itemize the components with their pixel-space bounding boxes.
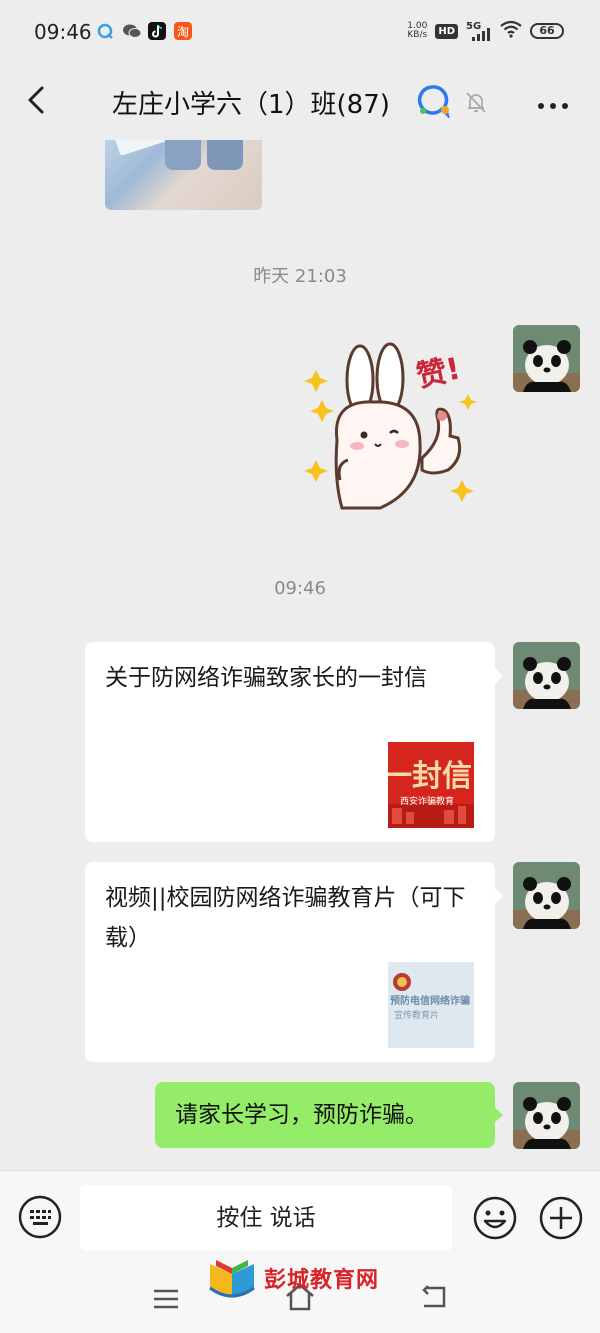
link-card-thumbnail: 一封信 西安诈骗教育 (382, 742, 474, 828)
bubble-tail (494, 668, 503, 684)
sticker-message[interactable]: 赞! (302, 340, 482, 520)
chevron-left-icon (28, 86, 44, 114)
svg-text:预防电信网络诈骗: 预防电信网络诈骗 (390, 994, 470, 1007)
chat-title: 左庄小学六（1）班(87) (112, 90, 390, 120)
avatar[interactable] (513, 325, 580, 392)
chat-header: 左庄小学六（1）班(87) (0, 62, 600, 140)
back-arrow-icon (422, 1285, 446, 1308)
system-back-button[interactable] (418, 1284, 448, 1310)
link-card-message[interactable]: 关于防网络诈骗致家长的一封信 一封信 西安诈骗教育 (85, 642, 495, 842)
message-timestamp: 昨天 21:03 (253, 266, 347, 287)
svg-text:一封信: 一封信 (388, 759, 472, 794)
back-button[interactable] (18, 80, 58, 120)
link-card-thumbnail: 预防电信网络诈骗 宣传教育片 (388, 962, 474, 1048)
keyboard-icon (18, 1195, 62, 1239)
status-bar: 09:46 淘 1.00 KB/s HD 5G 66 (0, 0, 600, 62)
avatar[interactable] (513, 642, 580, 709)
wifi-icon (500, 20, 522, 42)
svg-text:宣传教育片: 宣传教育片 (394, 1009, 439, 1021)
ellipsis-icon (538, 103, 568, 109)
emoji-icon (473, 1196, 517, 1240)
menu-icon (154, 1289, 178, 1309)
message-timestamp: 09:46 (274, 578, 326, 599)
watermark: 彭城教育网 (206, 1258, 406, 1304)
bubble-tail (494, 1107, 503, 1123)
sticker-text: 赞! (414, 351, 464, 394)
hold-to-talk-button[interactable]: 按住 说话 (80, 1185, 452, 1251)
link-card-title: 视频||校园防网络诈骗教育片（可下载） (105, 885, 466, 951)
avatar[interactable] (513, 862, 580, 929)
ai-assistant-icon[interactable] (414, 84, 452, 120)
battery-icon: 66 (530, 23, 564, 39)
notification-icons: 淘 (96, 22, 192, 40)
tiktok-icon (148, 22, 166, 40)
more-options-button[interactable] (536, 96, 570, 109)
plus-icon (539, 1196, 583, 1240)
mute-bell-icon (462, 88, 490, 116)
recent-apps-button[interactable] (152, 1288, 180, 1310)
network-speed: 1.00 KB/s (407, 21, 428, 40)
panda-avatar-icon (513, 862, 580, 929)
book-logo-icon (209, 1260, 255, 1298)
keyboard-toggle-button[interactable] (18, 1195, 62, 1239)
bunny-thumbs-up-sticker: 赞! (304, 342, 477, 510)
text-message-bubble[interactable]: 请家长学习，预防诈骗。 (155, 1082, 495, 1148)
hd-icon: HD (435, 23, 458, 39)
svg-text:西安诈骗教育: 西安诈骗教育 (400, 795, 454, 807)
wechat-icon (122, 22, 142, 40)
emoji-button[interactable] (472, 1195, 518, 1241)
link-card-title: 关于防网络诈骗致家长的一封信 (105, 665, 427, 691)
signal-5g-icon: 5G (466, 21, 492, 41)
panda-avatar-icon (513, 642, 580, 709)
system-navigation-bar: 彭城教育网 (0, 1260, 600, 1333)
status-time: 09:46 (34, 20, 92, 44)
qq-browser-icon (96, 22, 114, 40)
message-list[interactable]: 昨天 21:03 赞! 09:46 关于防网络诈骗致家长的一封信 一封信 西安诈… (0, 140, 600, 1170)
bubble-tail (494, 888, 503, 904)
svg-text:淘: 淘 (177, 25, 189, 39)
panda-avatar-icon (513, 1082, 580, 1149)
panda-avatar-icon (513, 325, 580, 392)
avatar[interactable] (513, 1082, 580, 1149)
link-card-message[interactable]: 视频||校园防网络诈骗教育片（可下载） 预防电信网络诈骗 宣传教育片 (85, 862, 495, 1062)
more-functions-button[interactable] (538, 1195, 584, 1241)
status-indicators: 1.00 KB/s HD 5G 66 (407, 20, 564, 42)
input-bar: 按住 说话 (0, 1170, 600, 1266)
image-message[interactable] (105, 140, 262, 210)
taobao-icon: 淘 (174, 22, 192, 40)
watermark-text: 彭城教育网 (264, 1268, 380, 1293)
